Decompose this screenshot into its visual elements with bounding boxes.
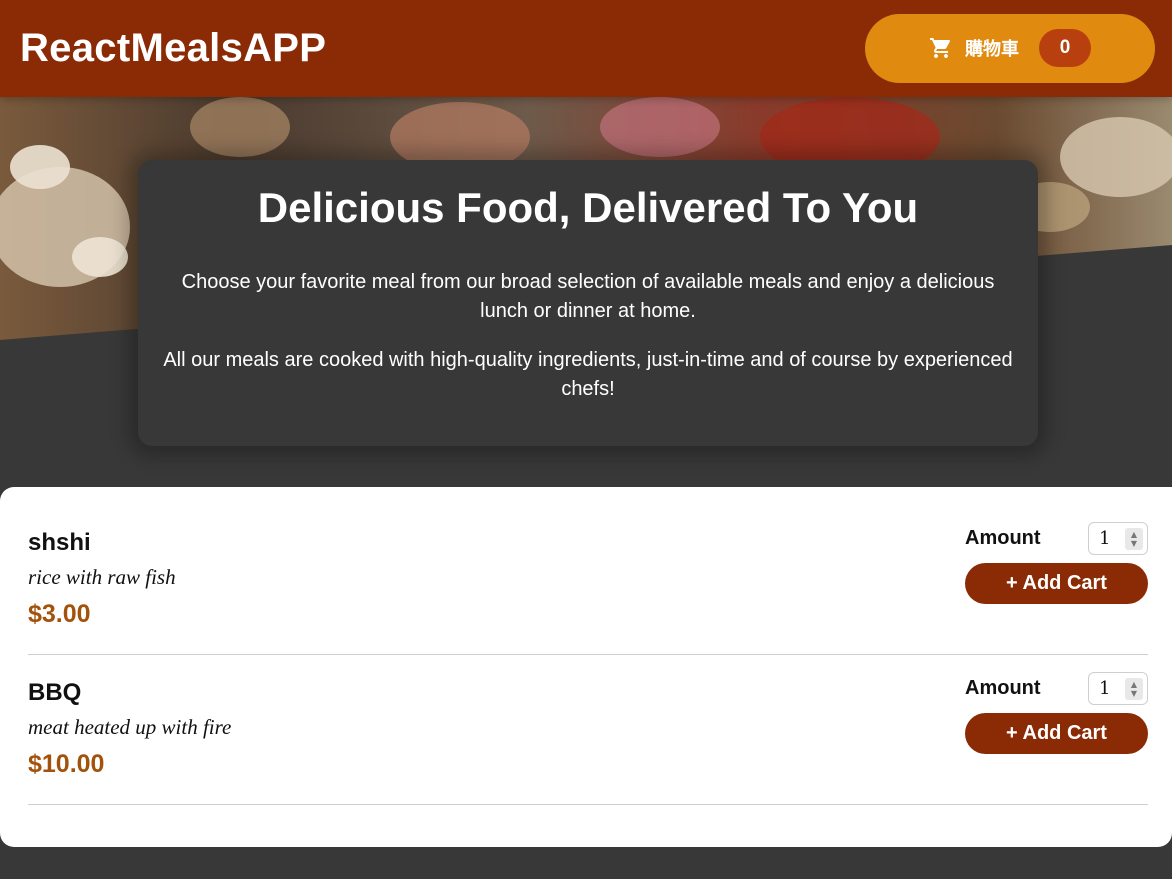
cart-label: 購物車 bbox=[965, 39, 1019, 59]
meal-info: BBQ meat heated up with fire $10.00 bbox=[28, 679, 231, 779]
meal-item: BBQ meat heated up with fire $10.00 Amou… bbox=[28, 655, 1148, 805]
amount-row: Amount 1 ▲ ▼ bbox=[965, 672, 1148, 705]
meal-form: Amount 1 ▲ ▼ + Add Cart bbox=[965, 522, 1148, 604]
meal-item: shshi rice with raw fish $3.00 Amount 1 … bbox=[28, 505, 1148, 655]
spinner-icon[interactable]: ▲ ▼ bbox=[1125, 527, 1143, 550]
summary-card: Delicious Food, Delivered To You Choose … bbox=[138, 160, 1038, 446]
meal-price: $10.00 bbox=[28, 750, 105, 778]
cart-icon bbox=[929, 36, 953, 60]
cart-button[interactable]: 購物車 0 bbox=[865, 13, 1155, 83]
meal-form: Amount 1 ▲ ▼ + Add Cart bbox=[965, 672, 1148, 754]
amount-value: 1 bbox=[1099, 678, 1111, 699]
app-header: ReactMealsAPP 購物車 0 bbox=[0, 0, 1172, 97]
amount-label: Amount bbox=[965, 677, 1041, 699]
amount-label: Amount bbox=[965, 527, 1041, 549]
meal-price: $3.00 bbox=[28, 600, 91, 628]
amount-input[interactable]: 1 ▲ ▼ bbox=[1088, 522, 1148, 555]
cart-count-badge: 0 bbox=[1039, 29, 1091, 67]
summary-title: Delicious Food, Delivered To You bbox=[257, 184, 919, 231]
meal-description: rice with raw fish bbox=[28, 565, 176, 589]
meal-info: shshi rice with raw fish $3.00 bbox=[28, 529, 176, 629]
meals-list: shshi rice with raw fish $3.00 Amount 1 … bbox=[0, 487, 1172, 847]
add-to-cart-button[interactable]: + Add Cart bbox=[965, 563, 1148, 604]
spinner-icon[interactable]: ▲ ▼ bbox=[1125, 677, 1143, 700]
amount-value: 1 bbox=[1099, 528, 1111, 549]
summary-paragraph: All our meals are cooked with high-quali… bbox=[163, 349, 1013, 400]
add-to-cart-button[interactable]: + Add Cart bbox=[965, 713, 1148, 754]
meal-description: meat heated up with fire bbox=[28, 715, 232, 739]
app-title: ReactMealsAPP bbox=[20, 26, 327, 70]
amount-row: Amount 1 ▲ ▼ bbox=[965, 522, 1148, 555]
meal-name: shshi bbox=[28, 529, 91, 556]
summary-paragraph: Choose your favorite meal from our broad… bbox=[181, 271, 995, 322]
amount-input[interactable]: 1 ▲ ▼ bbox=[1088, 672, 1148, 705]
meal-name: BBQ bbox=[28, 679, 82, 706]
